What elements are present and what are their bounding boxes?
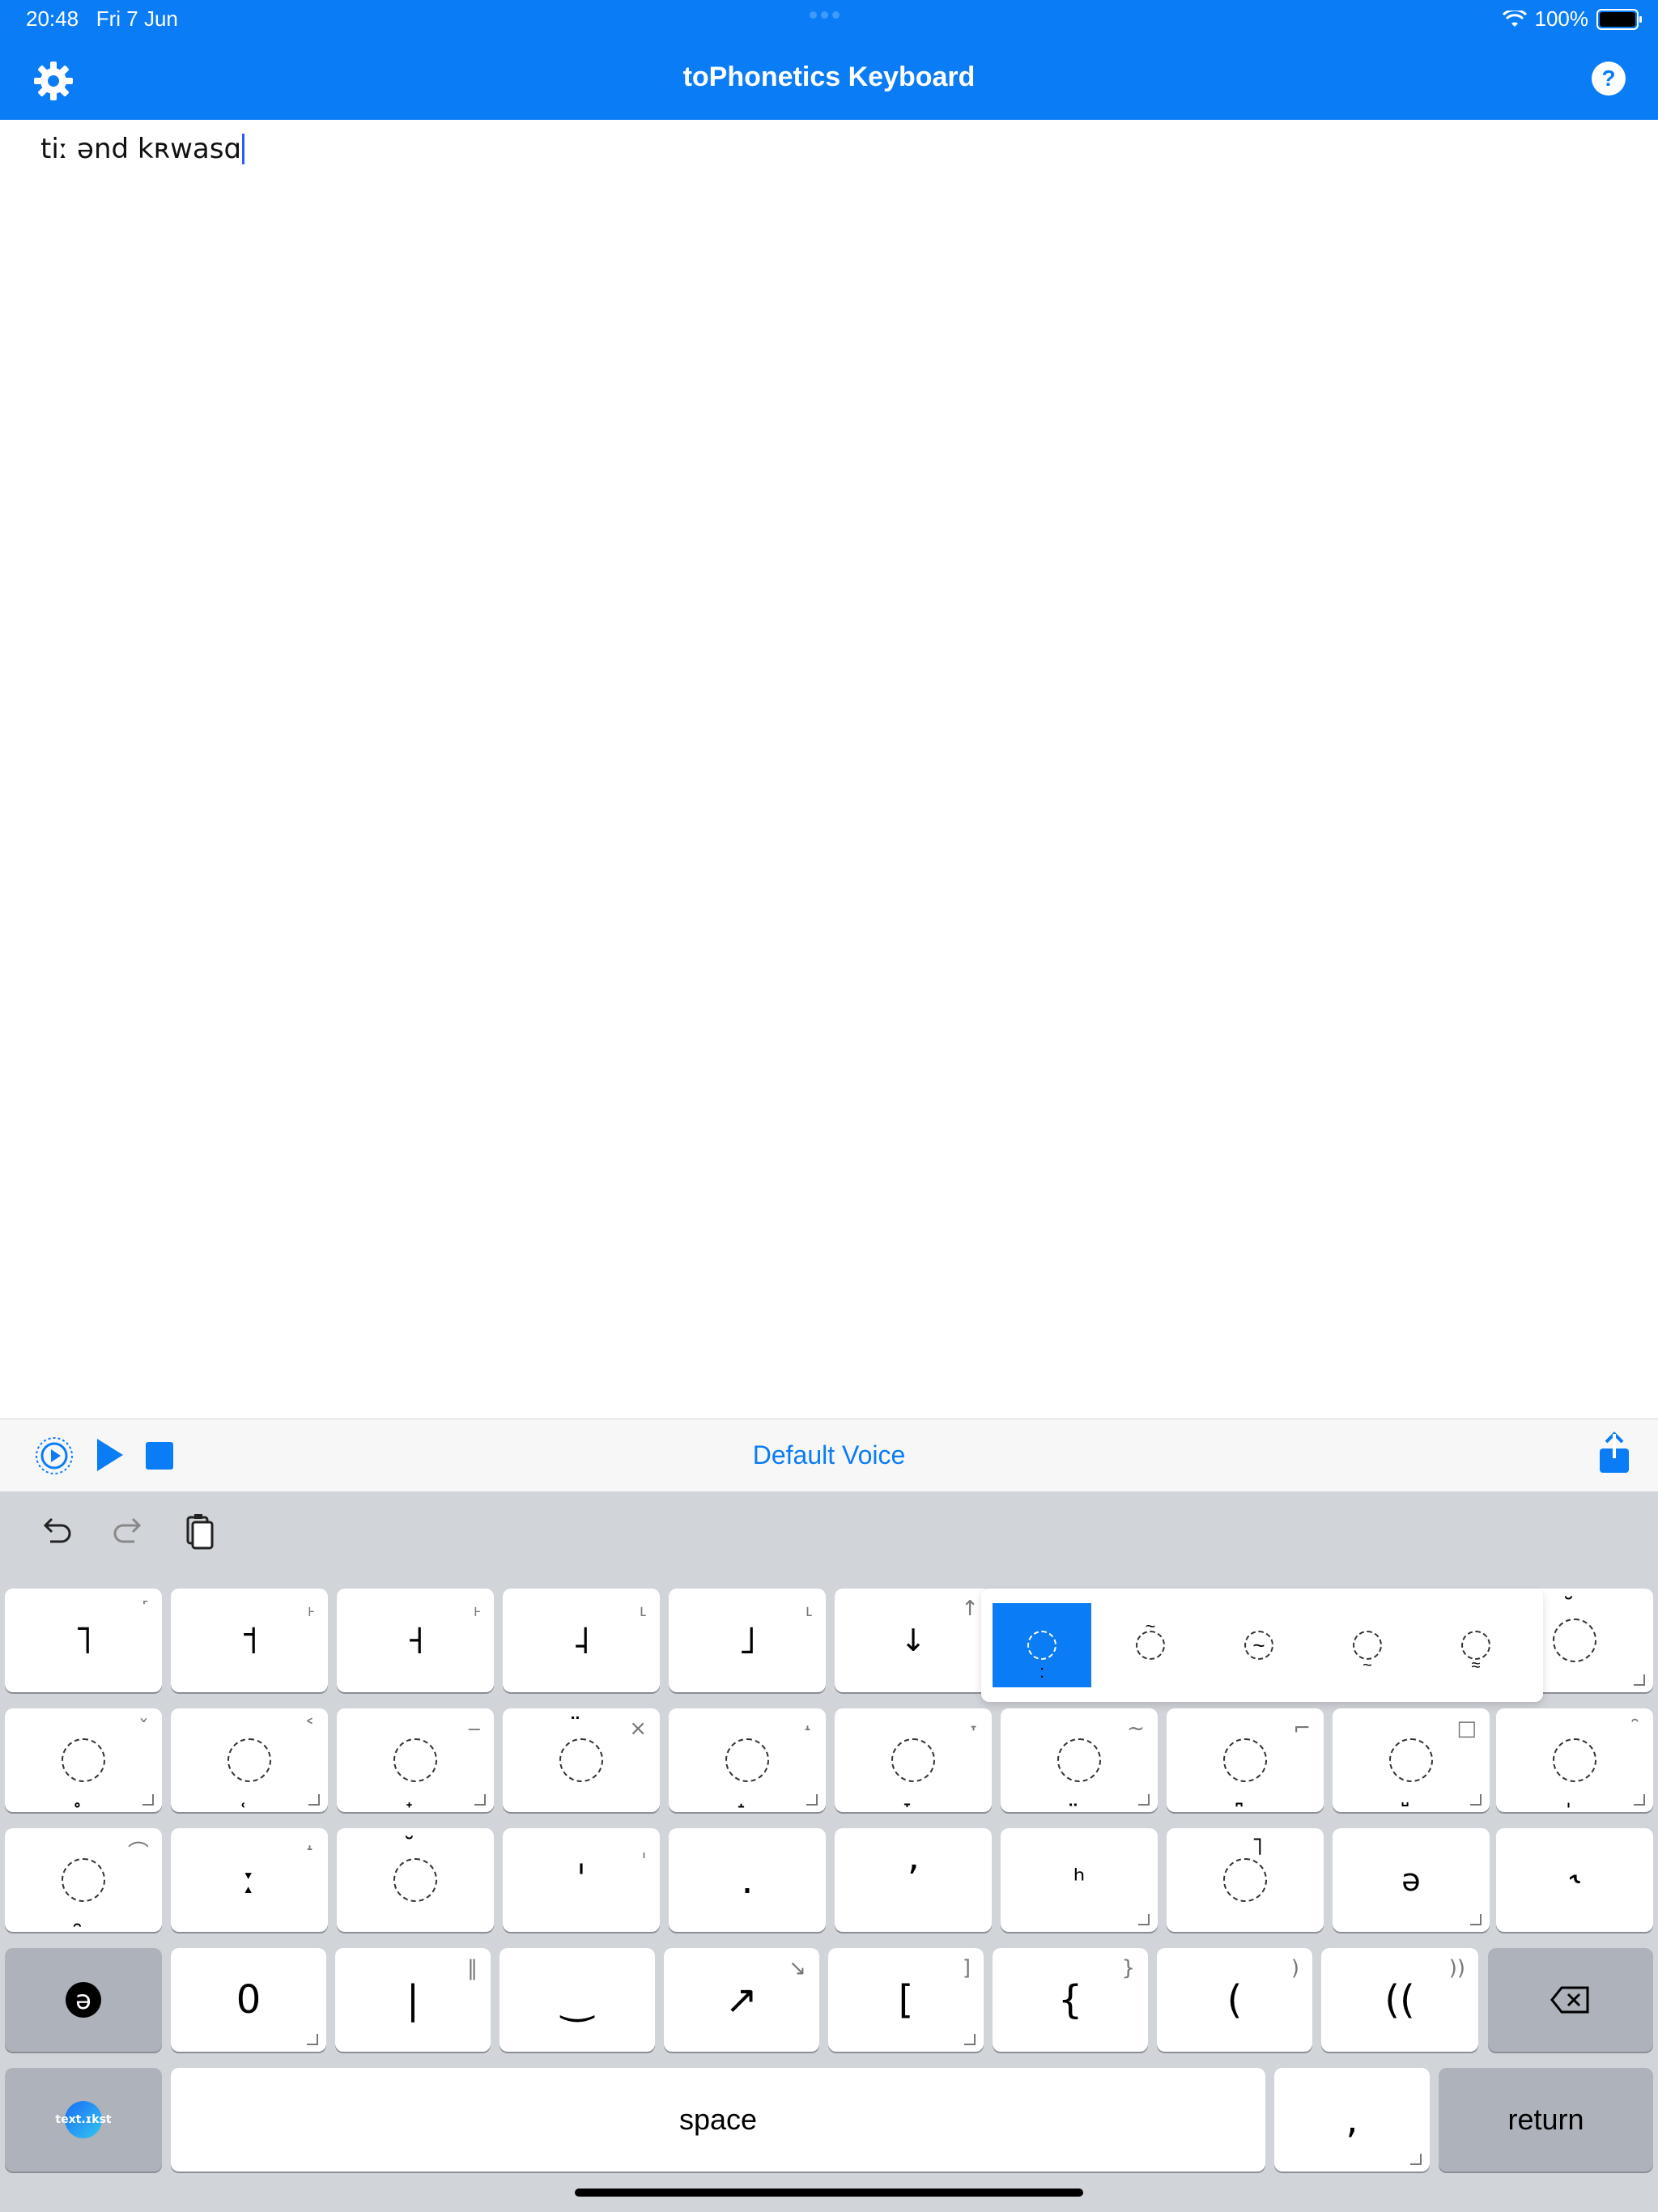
- wifi-icon: [1502, 10, 1527, 27]
- variant-option[interactable]: ~: [1318, 1603, 1417, 1687]
- variant-option[interactable]: :: [993, 1603, 1091, 1687]
- multitasking-dots[interactable]: [810, 8, 848, 24]
- key-syllabic[interactable]: ̩̑: [1496, 1708, 1653, 1812]
- key-aspirated[interactable]: ʰ: [1001, 1828, 1158, 1932]
- key-tone-high[interactable]: ˦ ˫: [171, 1589, 328, 1692]
- redo-icon[interactable]: [108, 1511, 149, 1551]
- key-dental[interactable]: ̪⌐: [1167, 1708, 1324, 1812]
- paste-icon[interactable]: [180, 1511, 220, 1551]
- key-syllable-break[interactable]: .: [669, 1828, 826, 1932]
- key-raised[interactable]: ̝˔: [669, 1708, 826, 1812]
- key-square-bracket[interactable]: []: [828, 1948, 984, 2052]
- top-bar: 20:48 Fri 7 Jun 100% toPhonetics Keyboar…: [0, 0, 1658, 120]
- battery-icon: [1596, 8, 1642, 30]
- return-button[interactable]: return: [1439, 2068, 1653, 2172]
- variant-option[interactable]: ≈: [1426, 1603, 1525, 1687]
- key-minor-group[interactable]: | ‖: [335, 1948, 491, 2052]
- variant-option[interactable]: ~: [1101, 1603, 1200, 1687]
- text-caret: [242, 134, 245, 164]
- key-global-rise[interactable]: ↗ ↘: [664, 1948, 819, 2052]
- key-tone-low[interactable]: ˨ ˪: [503, 1589, 660, 1692]
- key-primary-stress[interactable]: ˈˌ: [503, 1828, 660, 1932]
- home-indicator[interactable]: [575, 2189, 1083, 2197]
- help-button[interactable]: ?: [1592, 62, 1626, 96]
- status-time: 20:48 Fri 7 Jun: [26, 6, 178, 31]
- app-logo-button[interactable]: text.ɪkst: [5, 2068, 162, 2172]
- key-double-parenthesis[interactable]: (()): [1321, 1948, 1478, 2052]
- editor-text: tiː ənd kʀwasɑ: [40, 133, 242, 165]
- key-parenthesis[interactable]: (): [1157, 1948, 1312, 2052]
- key-lowered[interactable]: ̞˕: [835, 1708, 992, 1812]
- key-breathy[interactable]: ̤~: [1001, 1708, 1158, 1812]
- key-tone-mid[interactable]: ˧ ˫: [337, 1589, 494, 1692]
- schwa-badge-icon: ə: [66, 1982, 101, 2018]
- key-linking[interactable]: ‿: [500, 1948, 655, 2052]
- key-ejective[interactable]: ʼ: [835, 1828, 992, 1932]
- key-rhotic-hook[interactable]: ˞: [1496, 1828, 1653, 1932]
- battery-percent: 100%: [1534, 6, 1589, 31]
- space-bar[interactable]: space: [171, 2068, 1265, 2172]
- voice-selector[interactable]: Default Voice: [0, 1440, 1658, 1470]
- diacritic-variant-popup: : ~ ~ ~ ≈: [981, 1589, 1543, 1702]
- key-comma[interactable]: ,: [1274, 2068, 1430, 2172]
- textkst-logo: text.ɪkst: [55, 2101, 112, 2138]
- status-right: 100%: [1502, 6, 1642, 32]
- key-centralized[interactable]: ̈×: [503, 1708, 660, 1812]
- text-editor[interactable]: tiː ənd kʀwasɑ: [40, 133, 245, 165]
- variant-option[interactable]: ~: [1209, 1603, 1308, 1687]
- key-tone-extra-high[interactable]: ˥ ˹: [5, 1589, 162, 1692]
- backspace-icon: [1550, 1986, 1589, 2014]
- key-curly-brace[interactable]: {}: [993, 1948, 1148, 2052]
- undo-icon[interactable]: [36, 1511, 76, 1551]
- key-non-syllabic[interactable]: ̯⌒: [5, 1828, 162, 1932]
- key-long[interactable]: ː ˔: [171, 1828, 328, 1932]
- keyboard-switch-button[interactable]: ə: [5, 1948, 162, 2052]
- key-zero[interactable]: 0: [171, 1948, 326, 2052]
- key-schwa[interactable]: ə: [1333, 1828, 1490, 1932]
- key-advanced[interactable]: ̟‒: [337, 1708, 494, 1812]
- key-apical[interactable]: ̺□: [1333, 1708, 1490, 1812]
- key-extra-short[interactable]: ̆: [337, 1828, 494, 1932]
- page-title: toPhonetics Keyboard: [682, 62, 976, 92]
- key-voiceless-ring[interactable]: ̥ˇ: [5, 1708, 162, 1812]
- voice-toolbar: Default Voice: [0, 1419, 1658, 1492]
- key-tone-extra-low[interactable]: ˩ ˪: [669, 1589, 826, 1692]
- key-less-rounded[interactable]: ̜˂: [171, 1708, 328, 1812]
- delete-button[interactable]: [1488, 1948, 1653, 2052]
- share-icon[interactable]: [1596, 1431, 1632, 1476]
- key-tone-mark[interactable]: ˥: [1167, 1828, 1324, 1932]
- key-downstep[interactable]: ↓ ↑: [835, 1589, 992, 1692]
